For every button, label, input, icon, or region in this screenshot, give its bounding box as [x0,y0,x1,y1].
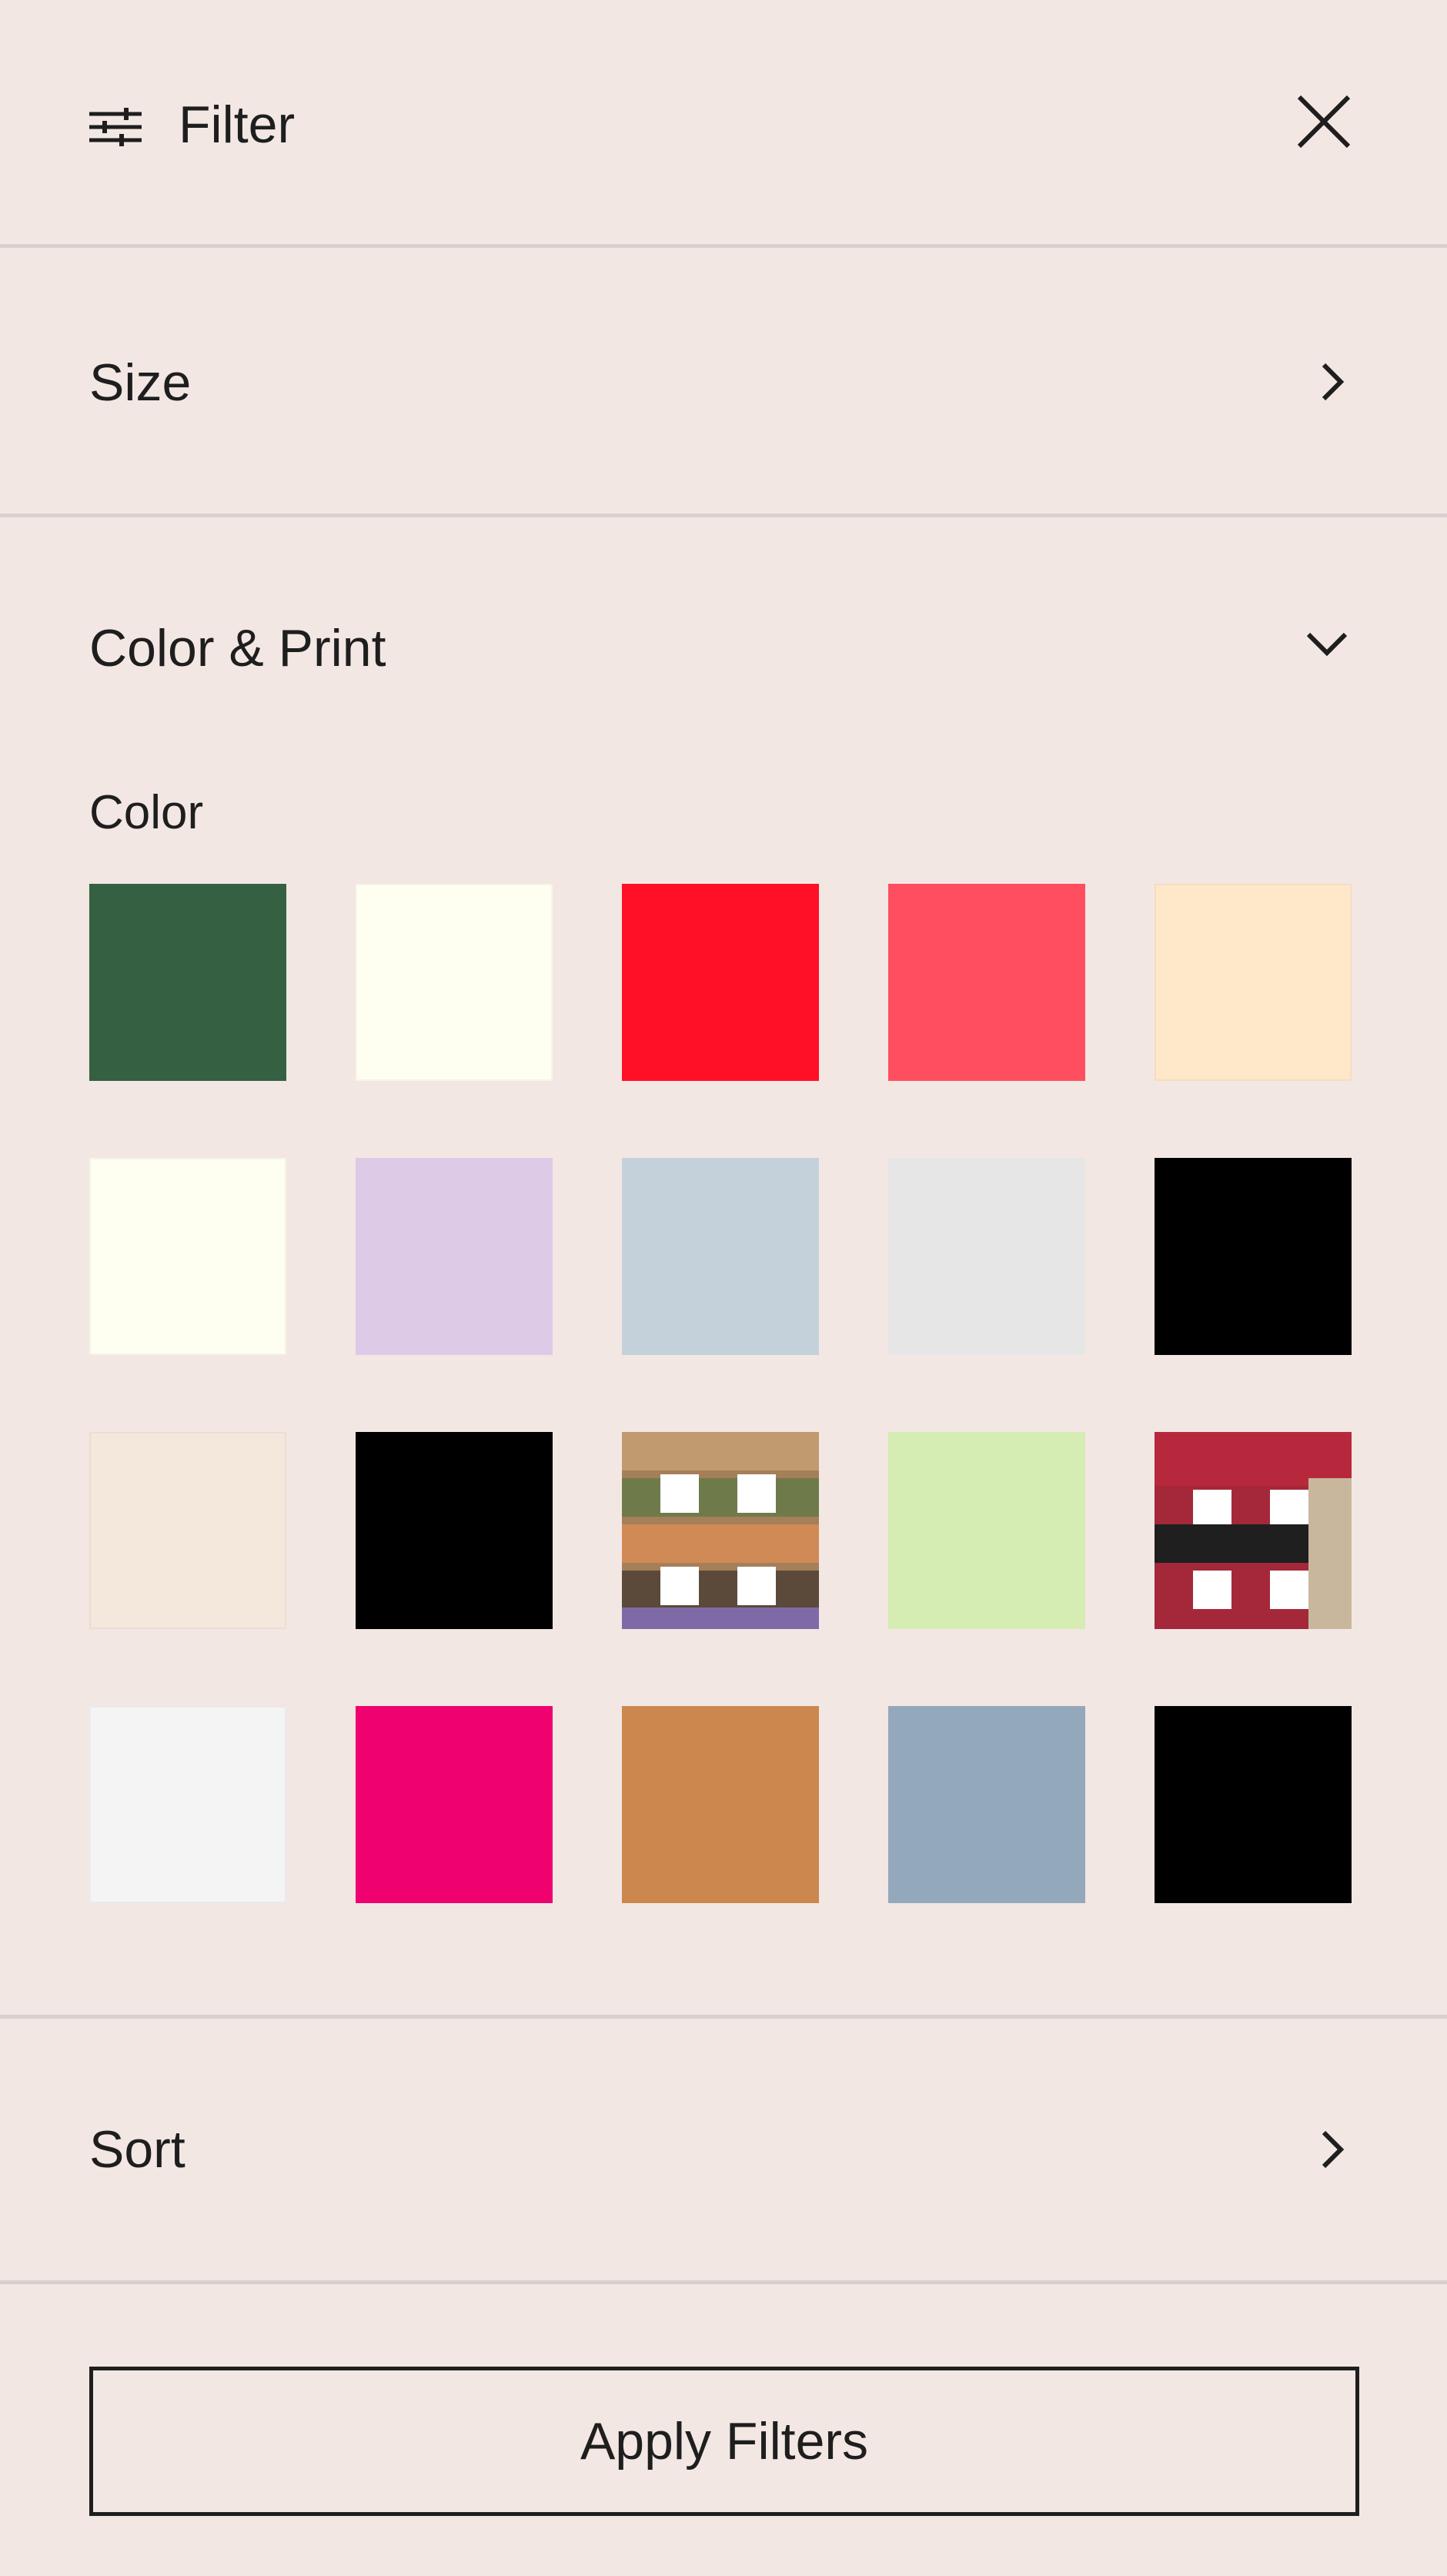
color-swatch-light-green[interactable] [888,1432,1085,1629]
color-print-header[interactable]: Color & Print [0,517,1447,702]
sort-label: Sort [89,2120,185,2179]
color-swatch-beige[interactable] [89,1432,286,1629]
sliders-icon [89,108,142,146]
color-swatch-knit-pattern-red[interactable] [1155,1432,1352,1629]
filter-header: Filter [0,0,1447,248]
color-swatch-black-3[interactable] [1155,1706,1352,1903]
color-swatch-white[interactable] [89,1706,286,1903]
color-swatch-ivory[interactable] [356,884,553,1081]
knit-pattern-red-pattern [1155,1432,1352,1629]
apply-filters-button[interactable]: Apply Filters [89,2367,1359,2516]
color-print-label: Color & Print [89,619,386,677]
color-swatch-peach[interactable] [1155,884,1352,1081]
size-label: Size [89,353,192,412]
color-swatch-camel[interactable] [622,1706,819,1903]
color-swatch-black-2[interactable] [356,1432,553,1629]
color-swatch-dark-green[interactable] [89,884,286,1081]
filter-title: Filter [179,95,296,154]
chevron-down-icon [1306,632,1348,657]
color-label: Color [89,786,204,839]
chevron-right-icon [1322,363,1345,401]
color-swatch-red[interactable] [622,884,819,1081]
close-icon[interactable] [1295,92,1353,151]
color-swatch-light-blue[interactable] [622,1158,819,1355]
color-swatch-lavender[interactable] [356,1158,553,1355]
size-row[interactable]: Size [0,248,1447,517]
color-print-section: Color & Print Color [0,517,1447,2019]
sort-row[interactable]: Sort [0,2019,1447,2284]
color-swatch-slate-blue[interactable] [888,1706,1085,1903]
color-swatch-marble[interactable] [888,1158,1085,1355]
color-swatch-cream[interactable] [89,1158,286,1355]
chevron-right-icon [1322,2130,1345,2169]
color-swatch-black[interactable] [1155,1158,1352,1355]
color-swatch-knit-pattern-multi[interactable] [622,1432,819,1629]
knit-pattern-multi-pattern [622,1432,819,1629]
color-swatch-magenta[interactable] [356,1706,553,1903]
color-swatch-coral[interactable] [888,884,1085,1081]
